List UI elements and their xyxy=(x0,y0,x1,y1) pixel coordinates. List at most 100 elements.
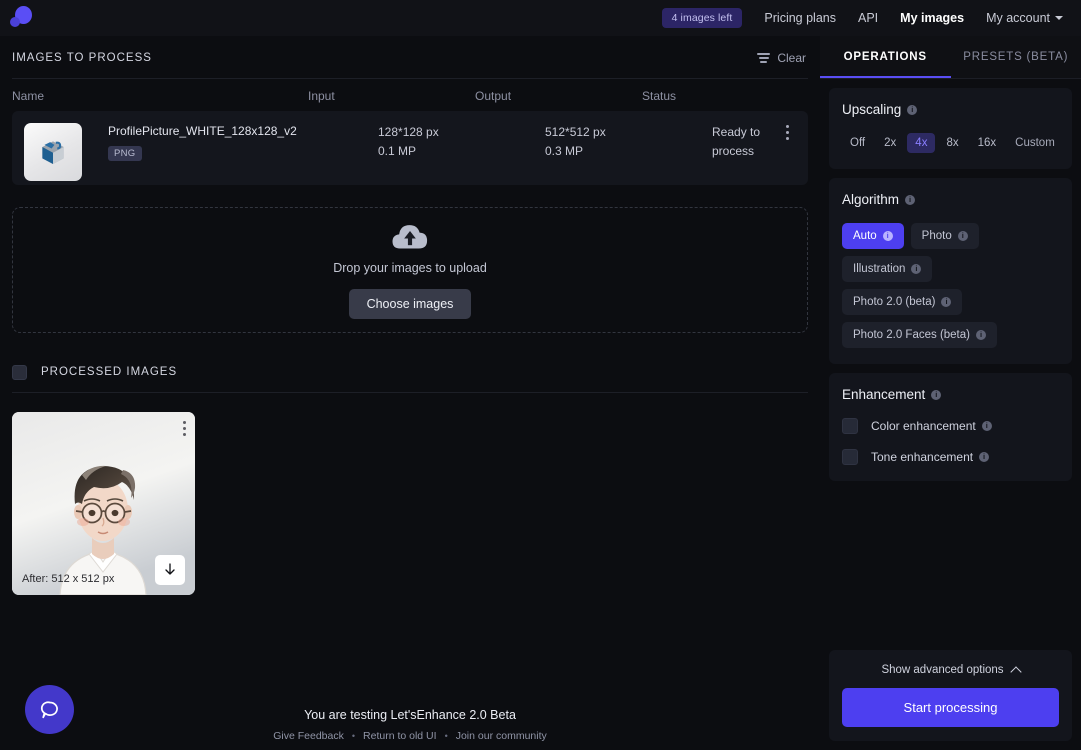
column-header-name: Name xyxy=(12,89,45,103)
select-all-processed-checkbox[interactable] xyxy=(12,364,27,380)
upscale-option-off[interactable]: Off xyxy=(842,133,873,153)
upscale-option-4x[interactable]: 4x xyxy=(907,133,936,153)
algorithm-title: Algorithm xyxy=(842,192,900,207)
cloud-upload-icon xyxy=(390,221,430,251)
enhancement-title: Enhancement xyxy=(842,387,926,402)
footer-link-return-to-old-ui[interactable]: Return to old UI xyxy=(363,730,437,742)
algorithm-option-photo-2-faces-beta-label: Photo 2.0 Faces (beta) xyxy=(853,329,970,341)
upscale-option-16x[interactable]: 16x xyxy=(970,133,1005,153)
choose-images-button[interactable]: Choose images xyxy=(348,289,472,319)
processed-divider xyxy=(12,392,808,393)
algorithm-option-photo-2-faces-beta[interactable]: Photo 2.0 Faces (beta) i xyxy=(842,322,997,348)
chevron-down-icon xyxy=(1055,16,1063,20)
show-advanced-options-button[interactable]: Show advanced options xyxy=(842,664,1059,678)
footer-link-join-our-community[interactable]: Join our community xyxy=(456,730,547,742)
file-meta: ProfilePicture_WHITE_128x128_v2 PNG 128*… xyxy=(82,123,796,161)
upscaling-title: Upscaling xyxy=(842,102,902,117)
tab-operations[interactable]: OPERATIONS xyxy=(820,36,951,78)
algorithm-option-photo-label: Photo xyxy=(921,230,952,242)
app-root: 4 images left Pricing plans API My image… xyxy=(0,0,1081,750)
tab-presets[interactable]: PRESETS (BETA) xyxy=(950,36,1081,78)
images-left-badge[interactable]: 4 images left xyxy=(661,8,743,28)
file-status: Ready to process xyxy=(712,125,761,158)
upload-dropzone[interactable]: Drop your images to upload Choose images xyxy=(12,207,808,333)
info-icon[interactable]: i xyxy=(979,452,990,462)
nav-my-account-menu[interactable]: My account xyxy=(986,11,1063,25)
clear-button[interactable]: Clear xyxy=(757,51,806,65)
upscaling-title-row: Upscaling i xyxy=(842,102,1059,117)
column-header-status: Status xyxy=(642,89,677,103)
algorithm-option-illustration-label: Illustration xyxy=(853,263,906,275)
footer-link-give-feedback[interactable]: Give Feedback xyxy=(273,730,344,742)
file-output-megapixels: 0.3 MP xyxy=(545,144,584,158)
upscaling-card: Upscaling i Off 2x 4x 8x 16x Custom xyxy=(829,88,1072,169)
images-to-process-title: IMAGES TO PROCESS xyxy=(12,52,152,64)
card-more-options-icon[interactable] xyxy=(183,421,186,436)
file-input-cell: 128*128 px 0.1 MP xyxy=(378,123,545,161)
info-icon[interactable]: i xyxy=(975,330,986,340)
nav-my-account-label: My account xyxy=(986,11,1050,25)
cube-icon xyxy=(42,141,64,165)
color-enhancement-row[interactable]: Color enhancement i xyxy=(842,418,1059,434)
algorithm-option-illustration[interactable]: Illustration i xyxy=(842,256,933,282)
column-header-output: Output xyxy=(475,89,512,103)
filter-lines-icon xyxy=(757,53,771,63)
file-input-size: 128*128 px xyxy=(378,125,439,139)
color-enhancement-label: Color enhancement xyxy=(871,419,976,433)
color-enhancement-checkbox[interactable] xyxy=(842,418,858,434)
tone-enhancement-row[interactable]: Tone enhancement i xyxy=(842,449,1059,465)
tone-enhancement-label-wrap: Tone enhancement i xyxy=(871,450,990,464)
upscale-option-2x[interactable]: 2x xyxy=(876,133,904,153)
algorithm-option-photo-2-beta[interactable]: Photo 2.0 (beta) i xyxy=(842,289,963,315)
download-button[interactable] xyxy=(155,555,185,585)
info-icon[interactable]: i xyxy=(931,389,942,400)
upscaling-options: Off 2x 4x 8x 16x Custom xyxy=(842,133,1059,153)
info-icon[interactable]: i xyxy=(907,104,918,115)
info-icon[interactable]: i xyxy=(941,297,952,307)
info-icon[interactable]: i xyxy=(882,231,893,241)
algorithm-option-auto[interactable]: Auto i xyxy=(842,223,904,249)
algorithm-options: Auto i Photo i Illustration i Photo 2.0 … xyxy=(842,223,1059,348)
enhancement-card: Enhancement i Color enhancement i Tone e… xyxy=(829,373,1072,481)
column-header-input: Input xyxy=(308,89,335,103)
file-output-size: 512*512 px xyxy=(545,125,606,139)
info-icon[interactable]: i xyxy=(911,264,922,274)
color-enhancement-label-wrap: Color enhancement i xyxy=(871,419,992,433)
dropzone-text: Drop your images to upload xyxy=(333,261,487,275)
chat-bubble-icon xyxy=(40,700,58,718)
download-arrow-icon xyxy=(165,563,175,575)
footer-separator-1: • xyxy=(351,731,356,741)
tone-enhancement-checkbox[interactable] xyxy=(842,449,858,465)
footer-links: Give Feedback • Return to old UI • Join … xyxy=(0,730,820,742)
algorithm-option-photo[interactable]: Photo i xyxy=(910,223,979,249)
help-chat-button[interactable] xyxy=(25,685,74,734)
nav-link-my-images[interactable]: My images xyxy=(900,11,964,25)
file-thumbnail[interactable] xyxy=(24,123,82,181)
file-format-badge: PNG xyxy=(108,146,142,161)
algorithm-card: Algorithm i Auto i Photo i Illustration … xyxy=(829,178,1072,364)
panel-actions: Show advanced options Start processing xyxy=(829,650,1072,741)
nav-link-api[interactable]: API xyxy=(858,11,878,25)
processed-image-card[interactable]: After: 512 x 512 px xyxy=(12,412,195,595)
logo-small-circle xyxy=(10,17,20,27)
processed-images-header: PROCESSED IMAGES xyxy=(0,361,820,383)
nav-right-group: 4 images left Pricing plans API My image… xyxy=(661,8,1063,28)
table-row[interactable]: ProfilePicture_WHITE_128x128_v2 PNG 128*… xyxy=(12,111,808,185)
info-icon[interactable]: i xyxy=(905,194,916,205)
chevron-up-icon xyxy=(1009,665,1022,678)
footer: You are testing Let'sEnhance 2.0 Beta Gi… xyxy=(0,708,820,742)
letsenhance-logo-icon[interactable] xyxy=(10,5,36,31)
algorithm-option-photo-2-beta-label: Photo 2.0 (beta) xyxy=(853,296,936,308)
footer-separator-2: • xyxy=(444,731,448,741)
row-more-options-icon[interactable] xyxy=(778,123,796,161)
file-name-cell: ProfilePicture_WHITE_128x128_v2 PNG xyxy=(108,123,378,161)
upscale-option-8x[interactable]: 8x xyxy=(938,133,966,153)
info-icon[interactable]: i xyxy=(957,231,968,241)
footer-title: You are testing Let'sEnhance 2.0 Beta xyxy=(304,708,516,722)
clear-button-label: Clear xyxy=(777,51,806,65)
start-processing-button[interactable]: Start processing xyxy=(842,688,1059,727)
algorithm-title-row: Algorithm i xyxy=(842,192,1059,207)
info-icon[interactable]: i xyxy=(981,421,992,431)
nav-link-pricing-plans[interactable]: Pricing plans xyxy=(764,11,836,25)
upscale-option-custom[interactable]: Custom xyxy=(1007,133,1063,153)
